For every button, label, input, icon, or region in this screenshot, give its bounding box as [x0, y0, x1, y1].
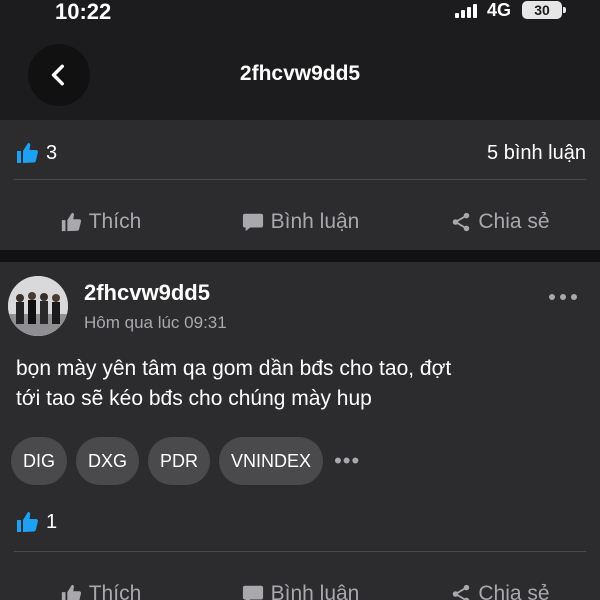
divider: [14, 551, 586, 552]
post-text-line: bọn mày yên tâm qa gom dần bđs cho tao, …: [16, 357, 452, 380]
post-summary-card: 3 5 bình luận Thích Bình luận Chia sẻ: [0, 120, 600, 250]
share-label: Chia sẻ: [478, 210, 550, 233]
more-horizontal-icon: [549, 294, 577, 300]
post-timestamp: Hôm qua lúc 09:31: [84, 313, 227, 332]
more-options-button[interactable]: [548, 282, 578, 308]
like-count[interactable]: 1: [46, 511, 57, 534]
stock-tags: DIG DXG PDR VNINDEX •••: [11, 437, 360, 485]
avatar-image: [8, 276, 68, 336]
battery-tip: [563, 7, 566, 13]
like-label: Thích: [88, 582, 142, 600]
share-label: Chia sẻ: [478, 582, 550, 600]
post-text: bọn mày yên tâm qa gom dần bđs cho tao, …: [16, 354, 586, 414]
share-button[interactable]: Chia sẻ: [400, 194, 600, 250]
tag-dxg[interactable]: DXG: [76, 437, 140, 485]
post-text-line: tới tao sẽ kéo bđs cho chúng mày hup: [16, 387, 372, 410]
share-icon: [453, 584, 470, 600]
post-actions: Thích Bình luận Chia sẻ: [0, 566, 600, 600]
thumbs-up-icon: [61, 584, 81, 600]
thumbs-up-icon[interactable]: [14, 141, 40, 165]
page-title: 2fhcvw9dd5: [239, 62, 361, 85]
like-label: Thích: [88, 210, 142, 233]
tag-vnindex[interactable]: VNINDEX: [219, 437, 324, 485]
more-tags-button[interactable]: •••: [334, 448, 360, 474]
like-button[interactable]: Thích: [0, 194, 200, 250]
network-type: 4G: [487, 0, 512, 20]
post-card: 2fhcvw9dd5 Hôm qua lúc 09:31 bọn mày yên…: [0, 262, 600, 600]
comment-icon: [242, 585, 263, 600]
divider: [14, 179, 586, 180]
tag-pdr[interactable]: PDR: [148, 437, 211, 485]
like-count[interactable]: 3: [46, 142, 57, 165]
comment-label: Bình luận: [270, 582, 360, 600]
like-button[interactable]: Thích: [0, 566, 200, 600]
section-gap: [0, 250, 600, 262]
signal-icon: [455, 4, 479, 18]
thumbs-up-icon[interactable]: [14, 510, 40, 534]
post-actions: Thích Bình luận Chia sẻ: [0, 194, 600, 250]
thumbs-up-icon: [61, 212, 81, 232]
reactions-row: 1: [14, 510, 57, 534]
battery-icon: 30: [522, 1, 562, 19]
avatar[interactable]: [8, 276, 68, 336]
comment-count[interactable]: 5 bình luận: [487, 142, 586, 165]
tag-dig[interactable]: DIG: [11, 437, 68, 485]
comment-icon: [242, 213, 263, 232]
comment-label: Bình luận: [270, 210, 360, 233]
author-name[interactable]: 2fhcvw9dd5: [84, 280, 210, 306]
header: 2fhcvw9dd5: [0, 28, 600, 120]
share-icon: [453, 212, 470, 232]
comment-button[interactable]: Bình luận: [200, 566, 400, 600]
comment-button[interactable]: Bình luận: [200, 194, 400, 250]
reactions-row: 3 5 bình luận: [14, 140, 586, 166]
share-button[interactable]: Chia sẻ: [400, 566, 600, 600]
status-time: 10:22: [55, 0, 112, 24]
status-bar: 10:22 4G 30: [0, 0, 600, 28]
